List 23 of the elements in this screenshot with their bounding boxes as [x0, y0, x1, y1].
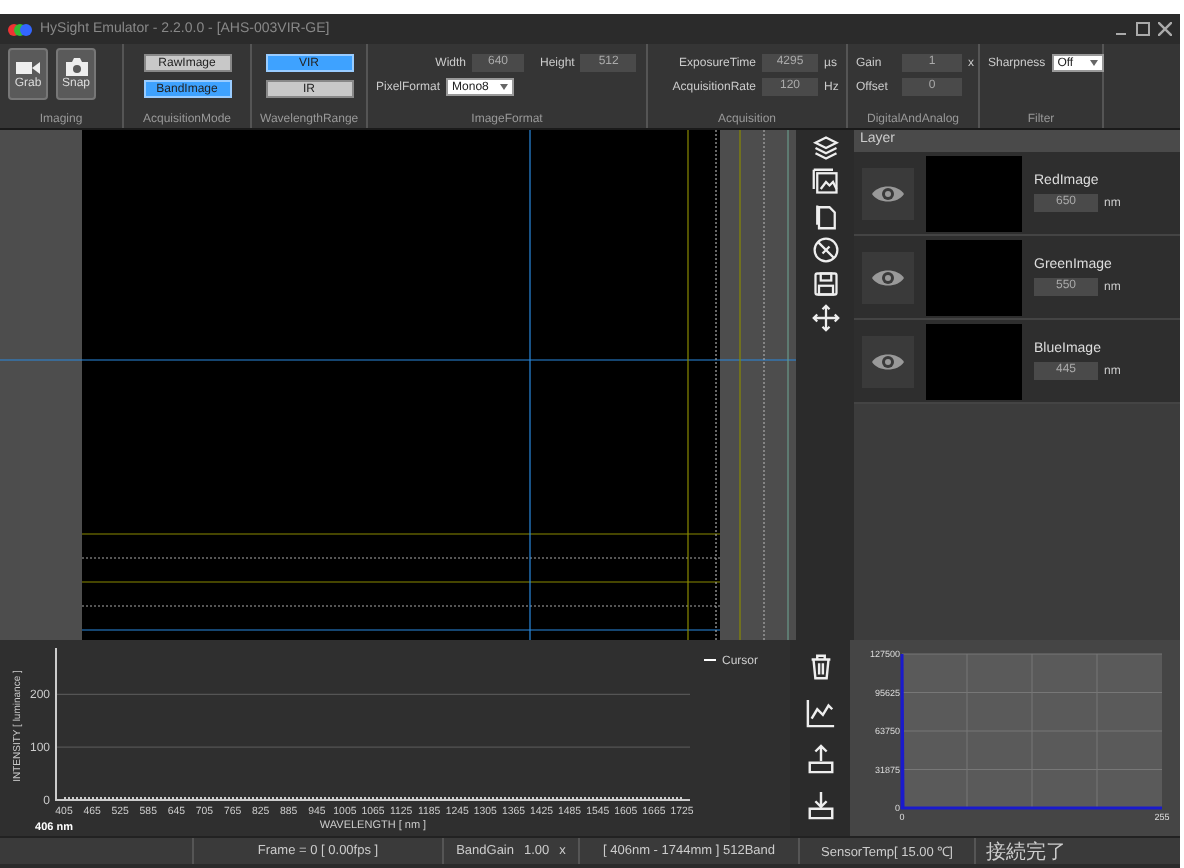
no-link-icon[interactable]: [811, 236, 839, 264]
camera-icon: [65, 58, 87, 76]
eye-icon[interactable]: [870, 265, 906, 289]
move-icon[interactable]: [811, 304, 839, 332]
layer-thumbnail: [926, 155, 1022, 231]
caret-icon: [1089, 60, 1098, 66]
caret-icon: [500, 84, 509, 90]
image-icon[interactable]: [811, 168, 839, 196]
app-logo-icon: [8, 21, 32, 37]
video-camera-icon: [16, 59, 40, 75]
chart-icon[interactable]: [805, 698, 835, 728]
save-icon[interactable]: [811, 270, 839, 298]
layer-thumbnail: [926, 239, 1022, 315]
upload-icon[interactable]: [805, 744, 835, 774]
close-icon[interactable]: [1158, 22, 1172, 36]
maximize-icon[interactable]: [1136, 22, 1150, 36]
layer-thumbnail: [926, 323, 1022, 399]
layers-icon[interactable]: [811, 134, 839, 162]
eye-icon[interactable]: [870, 349, 906, 373]
download-icon[interactable]: [805, 790, 835, 820]
connection-status: 接続完了: [986, 839, 1066, 865]
copy-icon[interactable]: [811, 202, 839, 230]
eye-icon[interactable]: [870, 181, 906, 205]
